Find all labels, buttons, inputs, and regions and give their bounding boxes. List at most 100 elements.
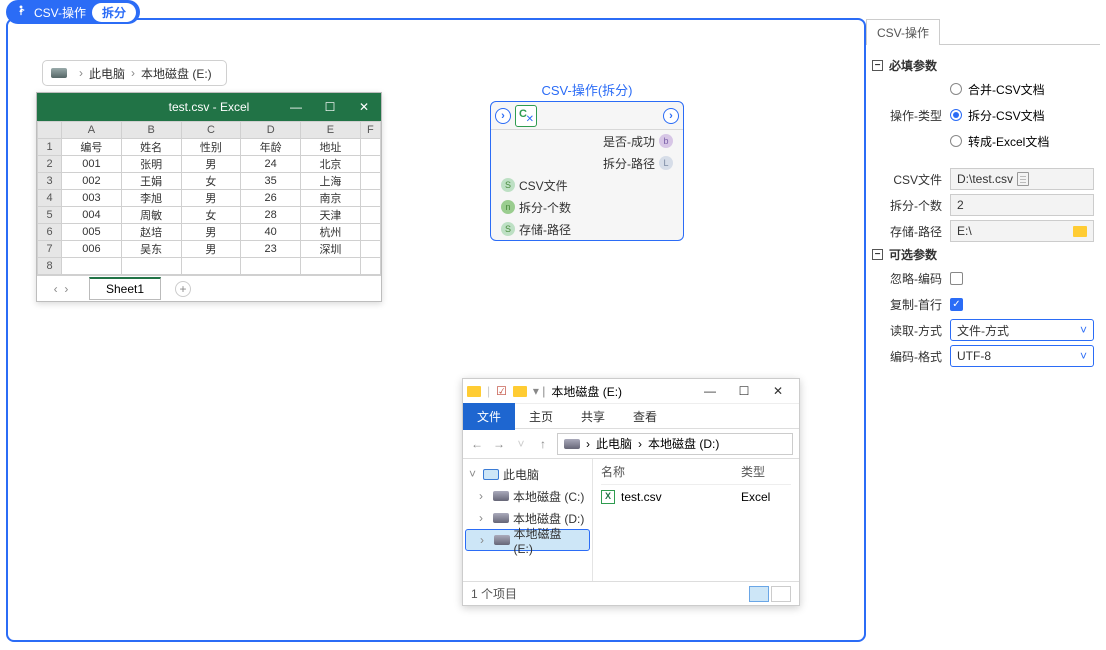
row-header[interactable]: 7 [38,241,62,258]
cell[interactable]: 004 [62,207,122,224]
tree-item-drive-e[interactable]: ›本地磁盘 (E:) [465,529,590,551]
cell[interactable]: 上海 [301,173,361,190]
cell[interactable]: 编号 [62,139,122,156]
add-sheet-icon[interactable]: + [175,281,191,297]
close-icon[interactable]: ✕ [761,384,795,398]
string-pin-icon[interactable]: S [501,178,515,192]
cell[interactable] [360,139,380,156]
ribbon-file[interactable]: 文件 [463,403,515,430]
cell[interactable]: 男 [181,156,241,173]
cell[interactable]: 赵培 [121,224,181,241]
cell[interactable]: 男 [181,241,241,258]
file-row[interactable]: test.csv Excel [601,485,791,509]
cell[interactable] [360,190,380,207]
output-port-icon[interactable]: › [663,108,679,124]
minimize-icon[interactable]: — [693,384,727,398]
ribbon-tab[interactable]: 查看 [619,408,671,425]
minimize-icon[interactable]: — [279,93,313,121]
cell[interactable]: 23 [241,241,301,258]
cell[interactable]: 28 [241,207,301,224]
maximize-icon[interactable]: ☐ [727,384,761,398]
cell[interactable]: 005 [62,224,122,241]
input-port-icon[interactable]: › [495,108,511,124]
cell[interactable] [241,258,301,275]
checkbox-copy-first-row[interactable]: ✓ [950,298,963,311]
input-csv-file[interactable]: D:\test.csv [950,168,1094,190]
up-icon[interactable]: ↑ [535,437,551,451]
cell[interactable]: 杭州 [301,224,361,241]
row-header[interactable]: 5 [38,207,62,224]
cell[interactable]: 姓名 [121,139,181,156]
cell[interactable]: 001 [62,156,122,173]
col-type[interactable]: 类型 [741,463,765,480]
col-header[interactable]: F [360,122,380,139]
cell[interactable]: 性别 [181,139,241,156]
cell[interactable]: 年龄 [241,139,301,156]
cell[interactable] [360,156,380,173]
row-header[interactable]: 1 [38,139,62,156]
row-header[interactable]: 2 [38,156,62,173]
list-pin-icon[interactable]: L [659,156,673,170]
cell[interactable]: 南京 [301,190,361,207]
sheet-tab[interactable]: Sheet1 [89,277,161,300]
cell[interactable] [121,258,181,275]
select-encoding[interactable]: UTF-8˅ [950,345,1094,367]
ribbon-tab[interactable]: 共享 [567,408,619,425]
cell[interactable]: 003 [62,190,122,207]
string-pin-icon[interactable]: S [501,222,515,236]
history-icon[interactable]: ˅ [513,437,529,451]
cell[interactable]: 24 [241,156,301,173]
breadcrumb[interactable]: › 此电脑 › 本地磁盘 (E:) [42,60,227,86]
cell[interactable]: 周敏 [121,207,181,224]
cell[interactable]: 002 [62,173,122,190]
address-path[interactable]: ›此电脑 ›本地磁盘 (D:) [557,433,793,455]
tree-item-pc[interactable]: ˅此电脑 [465,463,590,485]
excel-titlebar[interactable]: test.csv - Excel — ☐ ✕ [37,93,381,121]
col-name[interactable]: 名称 [601,463,741,480]
cell[interactable]: 北京 [301,156,361,173]
close-icon[interactable]: ✕ [347,93,381,121]
section-required[interactable]: −必填参数 [872,57,1094,74]
cell[interactable]: 26 [241,190,301,207]
cell[interactable]: 35 [241,173,301,190]
maximize-icon[interactable]: ☐ [313,93,347,121]
cell[interactable] [360,258,380,275]
excel-grid[interactable]: A B C D E F 1 编号 姓名 性别 年龄 地址 2001张明男24北京… [37,121,381,275]
cell[interactable]: 李旭 [121,190,181,207]
col-header[interactable]: E [301,122,361,139]
select-read-mode[interactable]: 文件-方式˅ [950,319,1094,341]
cell[interactable] [62,258,122,275]
cell[interactable]: 男 [181,190,241,207]
section-optional[interactable]: −可选参数 [872,246,1094,263]
bool-pin-icon[interactable]: b [659,134,673,148]
corner-cell[interactable] [38,122,62,139]
input-store-path[interactable]: E:\ [950,220,1094,242]
col-header[interactable]: A [62,122,122,139]
number-pin-icon[interactable]: n [501,200,515,214]
document-icon[interactable] [1017,172,1029,186]
cell[interactable] [360,173,380,190]
cell[interactable]: 男 [181,224,241,241]
cell[interactable]: 40 [241,224,301,241]
view-icons-icon[interactable] [771,586,791,602]
back-icon[interactable]: ← [469,437,485,451]
tree-item-drive-c[interactable]: ›本地磁盘 (C:) [465,485,590,507]
forward-icon[interactable]: → [491,437,507,451]
sheet-nav[interactable]: ‹ › [37,282,85,296]
cell[interactable]: 女 [181,207,241,224]
folder-icon[interactable] [1073,226,1087,237]
cell[interactable] [360,224,380,241]
col-header[interactable]: D [241,122,301,139]
cell[interactable]: 天津 [301,207,361,224]
input-split-count[interactable]: 2 [950,194,1094,216]
cell[interactable] [301,258,361,275]
explorer-titlebar[interactable]: | ☑ ▾ | 本地磁盘 (E:) — ☐ ✕ [463,379,799,403]
cell[interactable] [181,258,241,275]
view-details-icon[interactable] [749,586,769,602]
cell[interactable]: 王娟 [121,173,181,190]
panel-tab[interactable]: CSV-操作 [866,19,940,45]
cell[interactable] [360,241,380,258]
cell[interactable]: 女 [181,173,241,190]
col-header[interactable]: C [181,122,241,139]
cell[interactable]: 地址 [301,139,361,156]
